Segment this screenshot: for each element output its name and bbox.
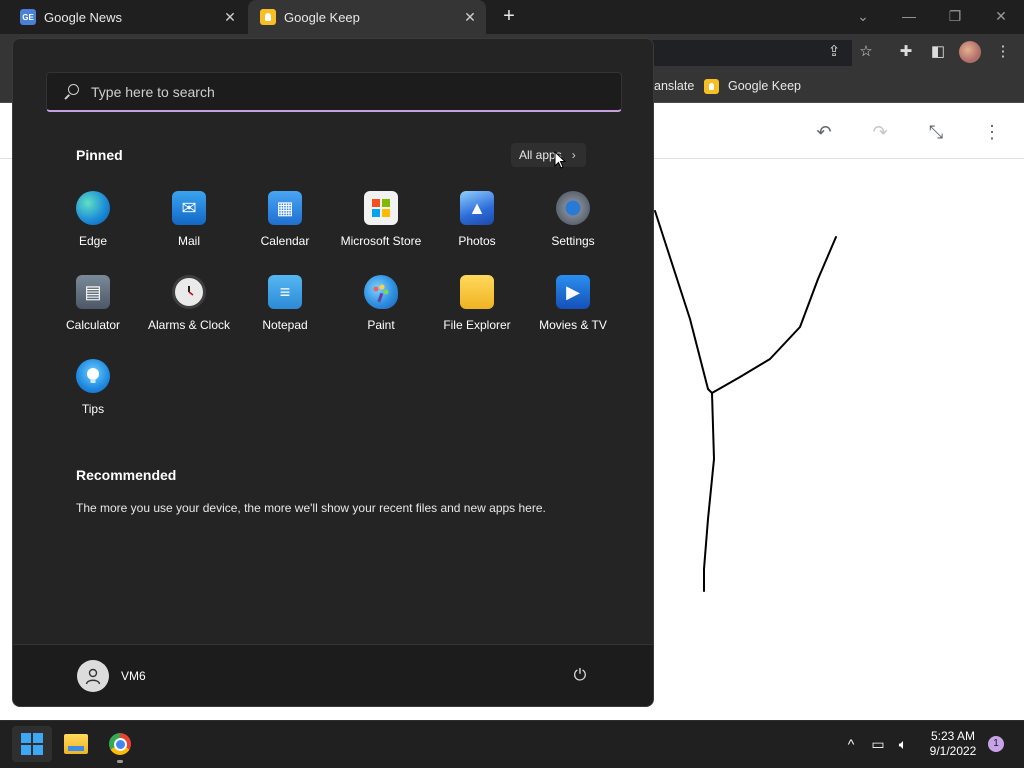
menu-kebab-icon[interactable]: ⋮: [993, 42, 1013, 62]
bookmark-star-icon[interactable]: ☆: [856, 42, 876, 62]
bookmark-google-keep[interactable]: Google Keep: [704, 77, 801, 95]
chrome-icon: [109, 733, 131, 755]
close-icon[interactable]: ✕: [220, 9, 240, 26]
clock-date: 9/1/2022: [929, 744, 977, 758]
google-keep-icon: [260, 9, 276, 25]
photos-icon: ▲: [460, 191, 494, 225]
mail-icon: ✉: [172, 191, 206, 225]
bookmark-label: Google Keep: [728, 79, 801, 93]
pinned-app-label: Movies & TV: [539, 318, 607, 332]
extensions-icon[interactable]: ✚: [896, 42, 916, 62]
restore-icon[interactable]: ❐: [932, 0, 978, 34]
pinned-app-label: Microsoft Store: [340, 234, 422, 248]
bookmark-translate[interactable]: anslate: [654, 77, 694, 95]
pinned-app-label: Settings: [551, 234, 595, 248]
minimize-icon[interactable]: —: [886, 0, 932, 34]
pinned-app-label: Photos: [458, 234, 496, 248]
pinned-app-label: Edge: [78, 234, 108, 248]
pinned-app-tips[interactable]: Tips: [45, 359, 141, 439]
pinned-app-mail[interactable]: ✉ Mail: [141, 191, 237, 271]
mouse-cursor-icon: [554, 151, 566, 169]
pinned-app-notepad[interactable]: ≡ Notepad: [237, 275, 333, 355]
pinned-app-photos[interactable]: ▲ Photos: [429, 191, 525, 271]
pinned-heading: Pinned: [76, 147, 123, 163]
avatar: [77, 660, 109, 692]
all-apps-button[interactable]: All apps ›: [511, 143, 586, 167]
tips-icon: [76, 359, 110, 393]
pinned-app-alarms-clock[interactable]: Alarms & Clock: [141, 275, 237, 355]
pinned-app-file-explorer[interactable]: File Explorer: [429, 275, 525, 355]
start-search-box[interactable]: [46, 72, 622, 112]
pinned-app-calendar[interactable]: ▦ Calendar: [237, 191, 333, 271]
taskbar-clock[interactable]: 5:23 AM 9/1/2022: [920, 729, 986, 759]
tab-google-news[interactable]: GE Google News ✕: [8, 0, 246, 34]
recommended-heading: Recommended: [76, 467, 177, 483]
undo-icon[interactable]: ↶: [812, 120, 836, 144]
folder-icon: [460, 275, 494, 309]
settings-icon: [556, 191, 590, 225]
user-account-button[interactable]: VM6: [77, 660, 146, 692]
search-icon: [63, 83, 79, 100]
taskbar-chrome[interactable]: [100, 726, 140, 762]
paint-icon: [364, 275, 398, 309]
calendar-icon: ▦: [268, 191, 302, 225]
pinned-app-calculator[interactable]: ▤ Calculator: [45, 275, 141, 355]
movies-icon: ▶: [556, 275, 590, 309]
address-bar[interactable]: [640, 40, 852, 66]
pinned-app-edge[interactable]: Edge: [45, 191, 141, 271]
bookmark-label: anslate: [654, 79, 695, 93]
notepad-icon: ≡: [268, 275, 302, 309]
pinned-app-label: Mail: [177, 234, 200, 248]
new-tab-button[interactable]: +: [498, 5, 520, 27]
chevron-right-icon: ›: [571, 148, 576, 162]
more-options-icon[interactable]: ⋮: [980, 120, 1004, 144]
network-icon[interactable]: ▭: [868, 732, 888, 756]
pinned-app-label: Tips: [81, 402, 105, 416]
pinned-app-microsoft-store[interactable]: Microsoft Store: [333, 191, 429, 271]
edge-icon: [76, 191, 110, 225]
clock-icon: [172, 275, 206, 309]
pinned-app-label: Alarms & Clock: [147, 318, 230, 332]
close-icon[interactable]: ✕: [460, 9, 480, 26]
pinned-app-label: Calendar: [260, 234, 310, 248]
start-menu: Pinned All apps › Edge ✉ Mail ▦ Calendar…: [12, 38, 654, 707]
clock-time: 5:23 AM: [930, 729, 976, 743]
side-panel-icon[interactable]: ◧: [928, 42, 948, 62]
google-news-icon: GE: [20, 9, 36, 25]
recommended-empty-text: The more you use your device, the more w…: [76, 501, 546, 515]
calculator-icon: ▤: [76, 275, 110, 309]
tab-google-keep[interactable]: Google Keep ✕: [248, 0, 486, 34]
pinned-app-label: File Explorer: [443, 318, 511, 332]
store-icon: [364, 191, 398, 225]
pinned-app-label: Calculator: [65, 318, 121, 332]
redo-icon[interactable]: ↷: [868, 120, 892, 144]
start-button[interactable]: [12, 726, 52, 762]
pinned-app-settings[interactable]: Settings: [525, 191, 621, 271]
running-indicator: [117, 760, 123, 763]
windows-logo-icon: [21, 733, 43, 755]
tab-label: Google News: [44, 9, 123, 25]
volume-icon[interactable]: 🔈︎: [893, 732, 913, 756]
pinned-app-paint[interactable]: Paint: [333, 275, 429, 355]
folder-icon: [64, 734, 88, 754]
pinned-app-label: Paint: [367, 318, 395, 332]
pinned-app-movies-tv[interactable]: ▶ Movies & TV: [525, 275, 621, 355]
user-name: VM6: [121, 669, 146, 683]
notification-badge[interactable]: 1: [988, 736, 1004, 752]
search-input[interactable]: [91, 83, 571, 100]
close-window-icon[interactable]: ✕: [978, 0, 1024, 34]
exit-fullscreen-icon[interactable]: ⤡: [924, 120, 948, 144]
profile-avatar[interactable]: [959, 41, 981, 63]
tab-search-icon[interactable]: ⌄: [840, 0, 886, 34]
google-keep-icon: [704, 78, 719, 94]
power-icon[interactable]: ⏻: [570, 666, 590, 686]
pinned-app-label: Notepad: [262, 318, 308, 332]
share-icon[interactable]: ⇪: [824, 42, 844, 62]
tab-label: Google Keep: [284, 9, 360, 25]
chevron-up-icon[interactable]: ^: [841, 732, 861, 756]
taskbar-file-explorer[interactable]: [56, 726, 96, 762]
